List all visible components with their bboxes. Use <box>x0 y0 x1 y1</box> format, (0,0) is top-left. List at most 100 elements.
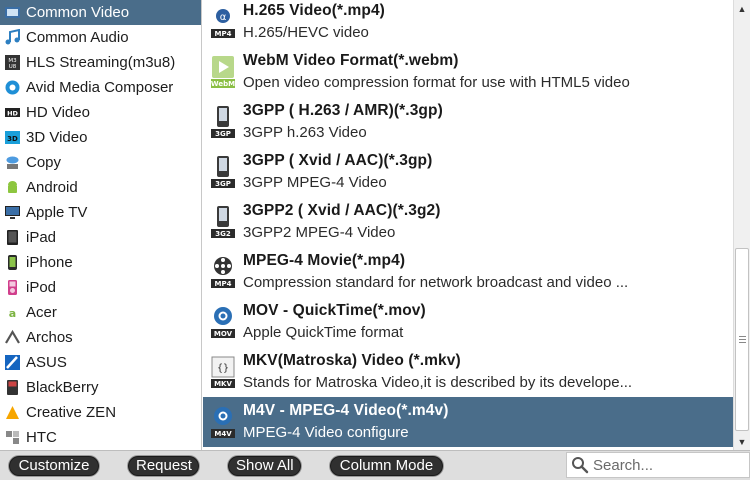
ipad-icon <box>4 229 21 246</box>
3g2-icon: 3G2 <box>203 197 243 247</box>
category-item-asus[interactable]: ASUS <box>0 350 201 375</box>
iphone-icon <box>4 254 21 271</box>
svg-text:MOV: MOV <box>214 330 233 338</box>
format-title: MPEG-4 Movie(*.mp4) <box>243 252 406 269</box>
format-list-scrollbar[interactable]: ▲ ▼ <box>733 0 750 450</box>
htc-icon <box>4 429 21 446</box>
category-label: Creative ZEN <box>26 404 117 421</box>
scroll-down-arrow-icon[interactable]: ▼ <box>734 433 750 450</box>
svg-text:a: a <box>9 307 16 320</box>
svg-text:{}: {} <box>217 363 229 374</box>
format-item[interactable]: 3GP 3GPP ( Xvid / AAC)(*.3gp) 3GPP MPEG-4 … <box>203 147 733 197</box>
svg-text:U8: U8 <box>9 64 17 70</box>
mov-icon: MOV <box>203 297 243 347</box>
category-label: Acer <box>26 304 57 321</box>
svg-text:HD: HD <box>7 110 18 118</box>
request-button[interactable]: Request <box>127 455 200 477</box>
format-title: WebM Video Format(*.webm) <box>243 52 459 69</box>
category-item-copy[interactable]: Copy <box>0 150 201 175</box>
category-item-ipod[interactable]: iPod <box>0 275 201 300</box>
category-item-apple-tv[interactable]: Apple TV <box>0 200 201 225</box>
category-item-android[interactable]: Android <box>0 175 201 200</box>
category-item-iphone[interactable]: iPhone <box>0 250 201 275</box>
blackberry-icon <box>4 379 21 396</box>
category-list[interactable]: Common Video Common Audio M3 U8 HLS Streamin… <box>0 0 202 450</box>
archos-icon <box>4 329 21 346</box>
category-label: Common Audio <box>26 29 129 46</box>
category-label: 3D Video <box>26 129 88 146</box>
format-title: M4V - MPEG-4 Video(*.m4v) <box>243 402 449 419</box>
webm-icon: WebM <box>203 47 243 97</box>
grip-icon <box>738 336 746 343</box>
acer-icon: a <box>4 304 21 321</box>
category-item-blackberry[interactable]: BlackBerry <box>0 375 201 400</box>
category-label: Android <box>26 179 78 196</box>
category-item-hls-streaming-m3u8[interactable]: M3 U8 HLS Streaming(m3u8) <box>0 50 201 75</box>
3gp-icon: 3GP <box>203 147 243 197</box>
svg-text:MKV: MKV <box>214 380 232 388</box>
category-label: iPod <box>26 279 57 296</box>
format-item[interactable]: M4V M4V - MPEG-4 Video(*.m4v) MPEG-4 Video… <box>203 397 733 447</box>
creative-zen-icon <box>4 404 21 421</box>
search-icon <box>572 457 589 474</box>
3gp-icon: 3GP <box>203 97 243 147</box>
music-note-icon <box>4 29 21 46</box>
ipod-icon <box>4 279 21 296</box>
svg-text:3GP: 3GP <box>215 180 231 188</box>
category-label: HTC <box>26 429 57 446</box>
category-item-hd-video[interactable]: HD HD Video <box>0 100 201 125</box>
format-title: 3GPP ( Xvid / AAC)(*.3gp) <box>243 152 433 169</box>
category-item-archos[interactable]: Archos <box>0 325 201 350</box>
format-title: H.265 Video(*.mp4) <box>243 2 385 19</box>
search-box[interactable] <box>566 452 750 478</box>
category-label: iPad <box>26 229 57 246</box>
scrollbar-thumb[interactable] <box>735 248 749 431</box>
category-label: Common Video <box>26 4 130 21</box>
format-description: 3GPP h.263 Video <box>243 124 367 141</box>
customize-button[interactable]: Customize <box>8 455 100 477</box>
format-description: MPEG-4 Video configure <box>243 424 409 441</box>
category-item-common-video[interactable]: Common Video <box>0 0 201 25</box>
mp4-reel-icon: MP4 <box>203 247 243 297</box>
category-item-acer[interactable]: a Acer <box>0 300 201 325</box>
category-label: Archos <box>26 329 73 346</box>
format-item[interactable]: α MP4 H.265 Video(*.mp4) H.265/HEVC video <box>203 0 733 47</box>
svg-text:3G2: 3G2 <box>215 230 231 238</box>
category-label: Apple TV <box>26 204 88 221</box>
category-label: Avid Media Composer <box>26 79 174 96</box>
android-icon <box>4 179 21 196</box>
format-title: 3GPP ( H.263 / AMR)(*.3gp) <box>243 102 443 119</box>
format-description: Open video compression format for use wi… <box>243 74 630 91</box>
format-item[interactable]: WebM WebM Video Format(*.webm) Open video … <box>203 47 733 97</box>
category-item-3d-video[interactable]: 3D 3D Video <box>0 125 201 150</box>
m3u8-icon: M3 U8 <box>4 54 21 71</box>
format-list[interactable]: α MP4 H.265 Video(*.mp4) H.265/HEVC video We… <box>203 0 733 450</box>
svg-text:WebM: WebM <box>211 80 235 88</box>
format-item[interactable]: MOV MOV - QuickTime(*.mov) Apple QuickTime… <box>203 297 733 347</box>
svg-text:α: α <box>220 12 227 23</box>
asus-icon <box>4 354 21 371</box>
svg-text:3GP: 3GP <box>215 130 231 138</box>
category-item-creative-zen[interactable]: Creative ZEN <box>0 400 201 425</box>
format-item[interactable]: 3GP 3GPP ( H.263 / AMR)(*.3gp) 3GPP h.263 … <box>203 97 733 147</box>
svg-text:MP4: MP4 <box>215 280 232 288</box>
scroll-up-arrow-icon[interactable]: ▲ <box>734 0 750 17</box>
category-item-common-audio[interactable]: Common Audio <box>0 25 201 50</box>
format-item[interactable]: {} MKV MKV(Matroska) Video (*.mkv) Stands f… <box>203 347 733 397</box>
category-item-htc[interactable]: HTC <box>0 425 201 450</box>
format-item[interactable]: MP4 MPEG-4 Movie(*.mp4) Compression standa… <box>203 247 733 297</box>
category-label: iPhone <box>26 254 73 271</box>
column-mode-button[interactable]: Column Mode <box>329 455 444 477</box>
avid-icon <box>4 79 21 96</box>
format-description: Stands for Matroska Video,it is describe… <box>243 374 633 391</box>
category-label: Copy <box>26 154 62 171</box>
category-item-ipad[interactable]: iPad <box>0 225 201 250</box>
mkv-icon: {} MKV <box>203 347 243 397</box>
format-item[interactable]: 3G2 3GPP2 ( Xvid / AAC)(*.3g2) 3GPP2 MPEG-… <box>203 197 733 247</box>
format-title: 3GPP2 ( Xvid / AAC)(*.3g2) <box>243 202 441 219</box>
format-description: 3GPP MPEG-4 Video <box>243 174 387 191</box>
category-item-avid-media-composer[interactable]: Avid Media Composer <box>0 75 201 100</box>
copy-icon <box>4 154 21 171</box>
show-all-button[interactable]: Show All <box>227 455 302 477</box>
search-input[interactable] <box>593 456 743 474</box>
